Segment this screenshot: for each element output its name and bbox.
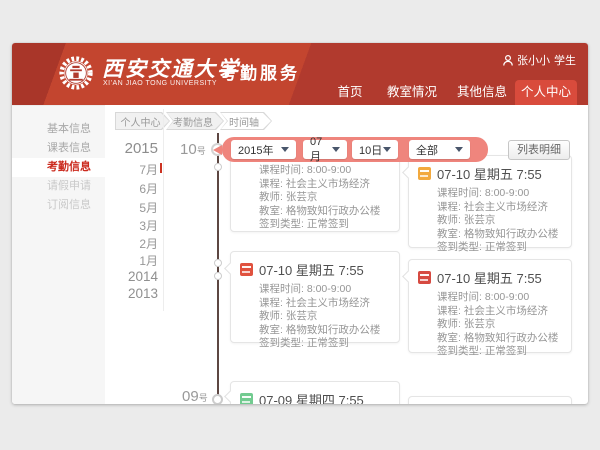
timeline-node	[214, 163, 222, 171]
type-dropdown[interactable]: 全部	[409, 140, 470, 159]
nav-item-home[interactable]: 首页	[330, 80, 370, 105]
card-field: 课程: 社会主义市场经济	[259, 178, 399, 192]
card-field: 签到类型: 正常签到	[437, 241, 571, 255]
sidebar-item-subscription-info[interactable]: 订阅信息	[12, 196, 105, 215]
timeline-node	[214, 259, 222, 267]
sidebar: 基本信息 课表信息 考勤信息 请假申请 订阅信息	[12, 105, 105, 404]
month-dropdown-value: 07月	[310, 136, 332, 164]
breadcrumb-label: 考勤信息	[167, 113, 223, 129]
card-field: 教师: 张芸京	[259, 191, 399, 205]
service-title: 考勤服务	[220, 59, 300, 84]
card-field: 教室: 格物致知行政办公楼	[259, 205, 399, 219]
timeline-node	[214, 272, 222, 280]
card-field: 课程: 社会主义市场经济	[437, 201, 571, 215]
card-field: 课程时间: 8:00-9:00	[259, 283, 399, 297]
card-field: 教师: 张芸京	[437, 214, 571, 228]
card-field: 签到类型: 正常签到	[259, 218, 399, 232]
checkin-stamp-icon	[418, 271, 431, 284]
chevron-down-icon	[281, 147, 289, 152]
breadcrumb-label: 时间轴	[221, 113, 271, 129]
timeline-month-mar[interactable]: 3月	[108, 217, 158, 234]
timeline-node-day09	[212, 394, 223, 404]
nav-item-other-info[interactable]: 其他信息	[452, 80, 512, 105]
card-field: 课程时间: 8:00-9:00	[437, 291, 571, 305]
list-detail-button[interactable]: 列表明细	[508, 140, 570, 160]
person-icon	[503, 55, 513, 66]
breadcrumb-label: 个人中心	[116, 113, 169, 129]
timeline-year-2013[interactable]: 2013	[108, 286, 158, 301]
breadcrumb-timeline-current[interactable]: 时间轴	[220, 112, 272, 130]
attendance-card: 07-10 星期五 7:55 课程时间: 8:00-9:00 课程: 社会主义市…	[230, 251, 400, 343]
type-dropdown-value: 全部	[416, 142, 438, 158]
timeline-month-jun[interactable]: 6月	[108, 180, 158, 197]
year-dropdown[interactable]: 2015年	[231, 140, 296, 159]
timeline-year-2014[interactable]: 2014	[108, 269, 158, 284]
timeline-day-marker-10: 10号	[180, 141, 206, 159]
breadcrumb-attendance-info[interactable]: 考勤信息	[166, 112, 224, 130]
user-name: 张小小	[517, 52, 550, 68]
card-field: 课程: 社会主义市场经济	[259, 297, 399, 311]
sidebar-item-schedule-info[interactable]: 课表信息	[12, 139, 105, 158]
nav-tab-personal-center-active[interactable]: 个人中心	[515, 80, 577, 105]
university-name-en: XI'AN JIAO TONG UNIVERSITY	[103, 80, 217, 87]
card-field: 课程时间: 8:00-9:00	[437, 187, 571, 201]
chevron-down-icon	[455, 147, 463, 152]
card-title: 07-09 星期四 7:55	[259, 390, 364, 404]
chevron-down-icon	[332, 147, 340, 152]
checkin-stamp-icon	[240, 393, 253, 404]
timeline-day-marker-09: 09号	[182, 388, 208, 404]
xjtu-logo-icon	[58, 55, 94, 91]
card-field: 教师: 张芸京	[437, 318, 571, 332]
sidebar-item-attendance-info-active[interactable]: 考勤信息	[12, 158, 105, 177]
timeline-month-jan[interactable]: 1月	[108, 252, 158, 269]
attendance-card	[408, 396, 572, 404]
card-field: 签到类型: 正常签到	[437, 345, 571, 359]
card-field: 教室: 格物致知行政办公楼	[437, 332, 571, 346]
sidebar-item-basic-info[interactable]: 基本信息	[12, 120, 105, 139]
card-title: 07-10 星期五 7:55	[437, 164, 542, 183]
breadcrumb-personal-center[interactable]: 个人中心	[115, 112, 170, 130]
timeline-axis	[217, 133, 219, 404]
card-field: 教室: 格物致知行政办公楼	[259, 324, 399, 338]
current-month-tick	[160, 163, 162, 173]
timeline-rail-divider	[163, 109, 164, 311]
timeline-year-2015[interactable]: 2015	[108, 140, 158, 157]
card-field: 课程: 社会主义市场经济	[437, 305, 571, 319]
attendance-card: 07-09 星期四 7:55	[230, 381, 400, 404]
attendance-card: 07-10 星期五 7:55 课程时间: 8:00-9:00 课程: 社会主义市…	[408, 155, 572, 248]
chevron-down-icon	[383, 147, 391, 152]
app-window: 西安交通大学 XI'AN JIAO TONG UNIVERSITY 考勤服务 张…	[12, 43, 588, 404]
user-info[interactable]: 张小小 学生	[503, 52, 576, 68]
user-role: 学生	[554, 52, 576, 68]
timeline-month-jul[interactable]: 7月	[108, 161, 158, 178]
day-dropdown[interactable]: 10日	[352, 140, 398, 159]
timeline-month-feb[interactable]: 2月	[108, 235, 158, 252]
card-field: 课程时间: 8:00-9:00	[259, 164, 399, 178]
day-dropdown-value: 10日	[359, 142, 382, 158]
card-title: 07-10 星期五 7:55	[437, 268, 542, 287]
card-field: 教室: 格物致知行政办公楼	[437, 228, 571, 242]
card-field: 签到类型: 正常签到	[259, 337, 399, 351]
timeline-month-may[interactable]: 5月	[108, 199, 158, 216]
sidebar-item-leave-request[interactable]: 请假申请	[12, 177, 105, 196]
app-header: 西安交通大学 XI'AN JIAO TONG UNIVERSITY 考勤服务 张…	[12, 43, 588, 105]
attendance-card: 07-10 星期五 7:55 课程时间: 8:00-9:00 课程: 社会主义市…	[408, 259, 572, 353]
card-title: 07-10 星期五 7:55	[259, 260, 364, 279]
checkin-stamp-icon	[418, 167, 431, 180]
year-dropdown-value: 2015年	[238, 142, 273, 158]
card-field: 教师: 张芸京	[259, 310, 399, 324]
month-dropdown[interactable]: 07月	[303, 140, 347, 159]
checkin-stamp-icon	[240, 263, 253, 276]
filter-bar-pointer	[213, 145, 222, 155]
nav-item-classrooms[interactable]: 教室情况	[382, 80, 442, 105]
